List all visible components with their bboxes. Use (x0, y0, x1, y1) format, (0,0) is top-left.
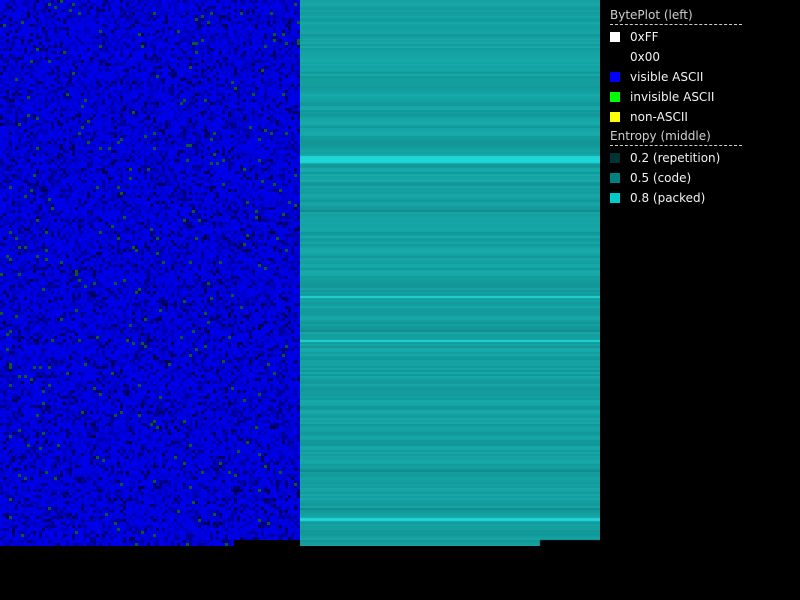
legend-item-0x00: 0x00 (610, 47, 742, 67)
legend-item-0xff: 0xFF (610, 27, 742, 47)
legend-panel: BytePlot (left) 0xFF 0x00 visible ASCII … (610, 6, 742, 208)
byteplot-canvas (0, 0, 300, 546)
legend-item-packed: 0.8 (packed) (610, 188, 742, 208)
legend-label: 0.2 (repetition) (630, 151, 721, 165)
legend-item-visible-ascii: visible ASCII (610, 67, 742, 87)
legend-item-repetition: 0.2 (repetition) (610, 148, 742, 168)
legend-swatch-visible-ascii (610, 72, 620, 82)
binary-visualizer: BytePlot (left) 0xFF 0x00 visible ASCII … (0, 0, 800, 600)
legend-header-byteplot: BytePlot (left) (610, 6, 742, 25)
legend-label: invisible ASCII (630, 90, 715, 104)
legend-swatch-repetition (610, 153, 620, 163)
legend-item-code: 0.5 (code) (610, 168, 742, 188)
byteplot-view (0, 0, 300, 546)
legend-swatch-packed (610, 193, 620, 203)
legend-label: 0.5 (code) (630, 171, 692, 185)
legend-label: 0x00 (630, 50, 661, 64)
legend-swatch-non-ascii (610, 112, 620, 122)
legend-label: 0.8 (packed) (630, 191, 706, 205)
legend-label: visible ASCII (630, 70, 704, 84)
entropy-canvas (300, 0, 600, 546)
legend-label: 0xFF (630, 30, 659, 44)
legend-header-entropy: Entropy (middle) (610, 127, 742, 146)
legend-item-non-ascii: non-ASCII (610, 107, 742, 127)
legend-swatch-0xff (610, 32, 620, 42)
legend-label: non-ASCII (630, 110, 688, 124)
entropy-view (300, 0, 600, 546)
legend-swatch-0x00 (610, 52, 620, 62)
legend-swatch-invisible-ascii (610, 92, 620, 102)
legend-item-invisible-ascii: invisible ASCII (610, 87, 742, 107)
legend-swatch-code (610, 173, 620, 183)
